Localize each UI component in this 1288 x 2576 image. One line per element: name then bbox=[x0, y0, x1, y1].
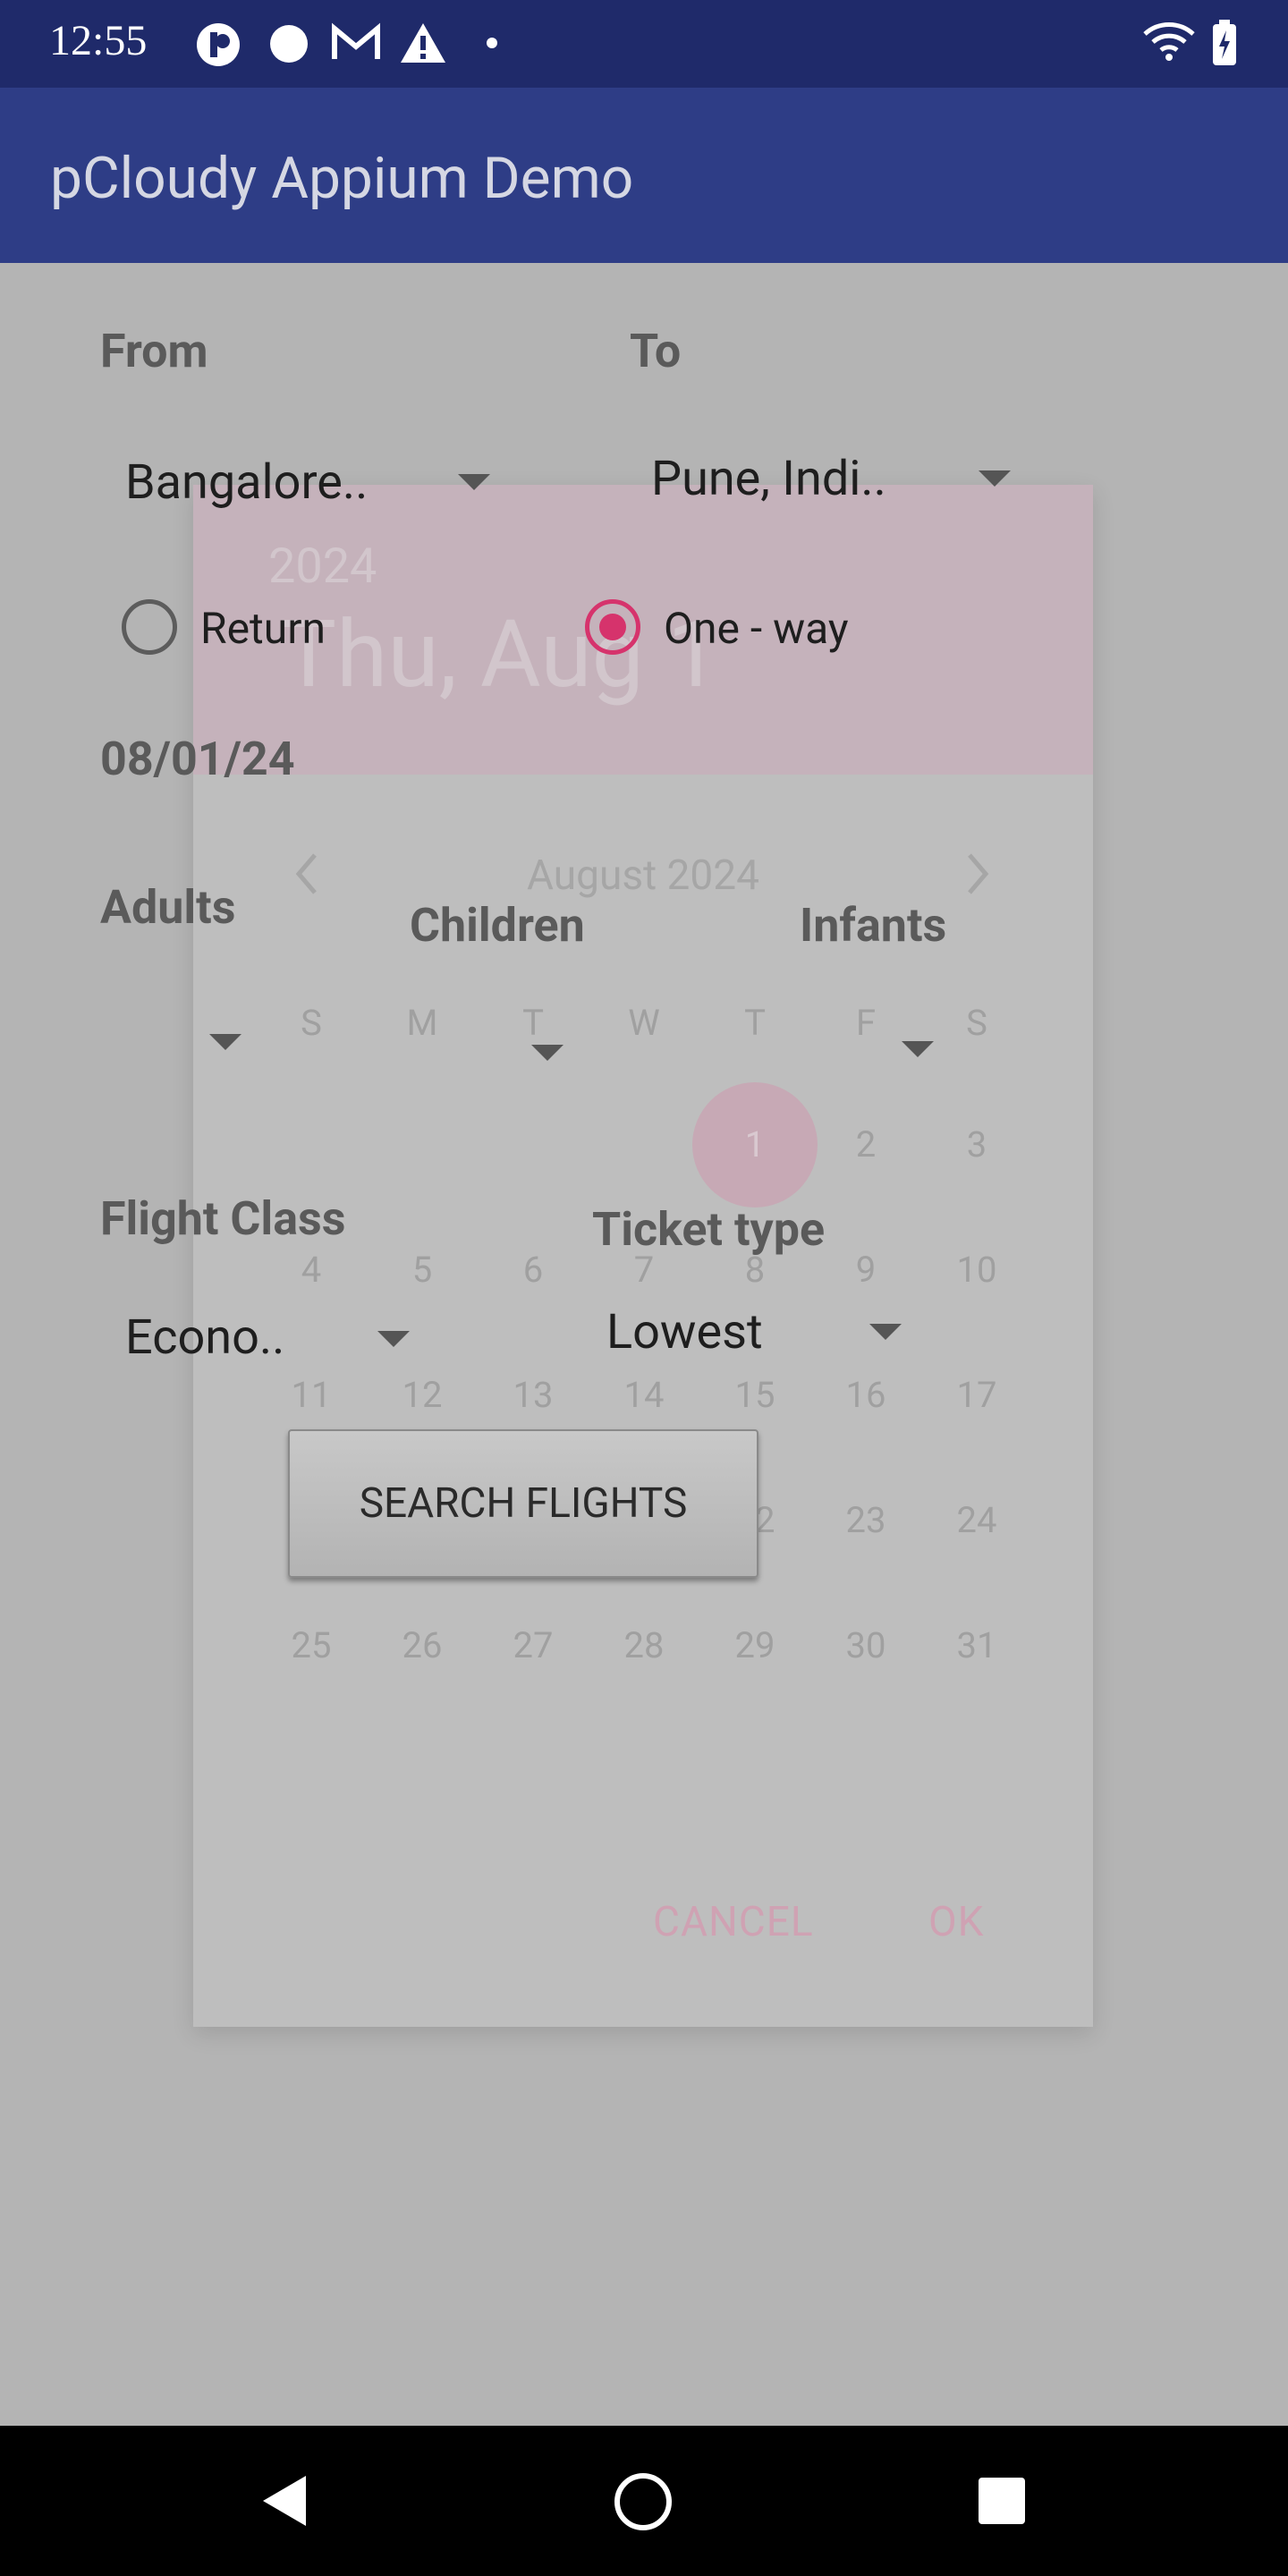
to-dropdown-arrow-icon bbox=[979, 470, 1011, 487]
calendar-day[interactable]: 24 bbox=[921, 1494, 1032, 1547]
home-icon[interactable] bbox=[614, 2472, 673, 2531]
calendar-day[interactable]: 23 bbox=[810, 1494, 921, 1547]
oneway-radio-label: One - way bbox=[664, 603, 849, 654]
calendar-day[interactable]: 12 bbox=[367, 1368, 478, 1422]
flight-class-label: Flight Class bbox=[100, 1191, 346, 1246]
calendar-day[interactable]: 9 bbox=[810, 1243, 921, 1297]
flight-class-value: Econo.. bbox=[125, 1309, 285, 1366]
calendar-day[interactable]: 2 bbox=[810, 1118, 921, 1172]
adults-label: Adults bbox=[100, 880, 236, 935]
calendar-day[interactable]: 17 bbox=[921, 1368, 1032, 1422]
calendar-day[interactable]: 16 bbox=[810, 1368, 921, 1422]
battery-charging-icon bbox=[1213, 20, 1236, 65]
gmail-icon bbox=[332, 22, 380, 59]
oneway-radio-icon bbox=[585, 599, 640, 655]
from-dropdown-arrow-icon bbox=[458, 474, 490, 490]
cancel-button[interactable]: CANCEL bbox=[653, 1898, 814, 1946]
calendar-day[interactable]: 29 bbox=[699, 1619, 810, 1673]
app-title: pCloudy Appium Demo bbox=[50, 145, 634, 212]
status-bar: 12:55 bbox=[0, 0, 1288, 88]
children-dropdown-arrow-icon[interactable] bbox=[531, 1045, 564, 1061]
calendar-day[interactable]: 11 bbox=[256, 1368, 367, 1422]
calendar-day[interactable]: 13 bbox=[478, 1368, 589, 1422]
weekday-tue: T bbox=[522, 1002, 544, 1044]
search-flights-button[interactable]: SEARCH FLIGHTS bbox=[288, 1429, 758, 1578]
calendar-day[interactable]: 15 bbox=[699, 1368, 810, 1422]
recents-icon[interactable] bbox=[977, 2476, 1027, 2526]
calendar-day[interactable]: 27 bbox=[478, 1619, 589, 1673]
adults-dropdown-arrow-icon[interactable] bbox=[209, 1034, 242, 1050]
app-notification-icon bbox=[197, 23, 240, 66]
ticket-type-value: Lowest bbox=[606, 1304, 763, 1360]
calendar-day[interactable]: 26 bbox=[367, 1619, 478, 1673]
calendar-day[interactable]: 5 bbox=[367, 1243, 478, 1297]
ticket-type-dropdown-arrow-icon bbox=[869, 1324, 902, 1340]
weekday-sat: S bbox=[966, 1002, 987, 1044]
calendar-day[interactable]: 3 bbox=[921, 1118, 1032, 1172]
from-spinner-value: Bangalore.. bbox=[125, 454, 369, 511]
back-icon[interactable] bbox=[259, 2474, 309, 2528]
to-label: To bbox=[630, 324, 682, 378]
weekday-mon: M bbox=[406, 1002, 438, 1044]
navigation-bar bbox=[0, 2426, 1288, 2576]
return-radio-label: Return bbox=[200, 603, 326, 654]
date-picker-header: 2024 Thu, Aug 1 bbox=[193, 485, 1093, 775]
calendar-day[interactable]: 28 bbox=[589, 1619, 699, 1673]
weekday-sun: S bbox=[301, 1002, 322, 1044]
calendar-day[interactable]: 30 bbox=[810, 1619, 921, 1673]
calendar-day[interactable]: 25 bbox=[256, 1619, 367, 1673]
calendar-month-title: August 2024 bbox=[527, 852, 759, 900]
ticket-type-label: Ticket type bbox=[592, 1202, 826, 1257]
calendar-day[interactable]: 14 bbox=[589, 1368, 699, 1422]
circle-notification-icon bbox=[270, 25, 308, 63]
dot-icon bbox=[487, 38, 497, 48]
to-spinner-value: Pune, Indi.. bbox=[651, 451, 886, 507]
weekday-thu: T bbox=[744, 1002, 766, 1044]
infants-dropdown-arrow-icon[interactable] bbox=[902, 1041, 934, 1057]
warning-icon bbox=[401, 23, 445, 63]
calendar-day[interactable]: 6 bbox=[478, 1243, 589, 1297]
date-picker-selected-date[interactable]: Thu, Aug 1 bbox=[281, 601, 719, 709]
children-label: Children bbox=[410, 898, 585, 953]
app-bar: pCloudy Appium Demo bbox=[0, 88, 1288, 263]
wifi-icon bbox=[1143, 22, 1195, 61]
calendar-day[interactable]: 4 bbox=[256, 1243, 367, 1297]
ok-button[interactable]: OK bbox=[928, 1898, 985, 1946]
from-label: From bbox=[100, 324, 208, 378]
status-time: 12:55 bbox=[49, 17, 148, 64]
calendar-day[interactable]: 10 bbox=[921, 1243, 1032, 1297]
next-month-icon[interactable] bbox=[964, 852, 991, 896]
date-picker-year[interactable]: 2024 bbox=[268, 538, 377, 595]
calendar-day[interactable]: 1 bbox=[699, 1118, 810, 1172]
date-value[interactable]: 08/01/24 bbox=[100, 732, 295, 786]
calendar-day[interactable]: 31 bbox=[921, 1619, 1032, 1673]
infants-label: Infants bbox=[800, 898, 947, 953]
return-radio-icon bbox=[122, 599, 177, 655]
weekday-wed: W bbox=[628, 1002, 660, 1044]
flight-class-dropdown-arrow-icon bbox=[377, 1331, 410, 1347]
